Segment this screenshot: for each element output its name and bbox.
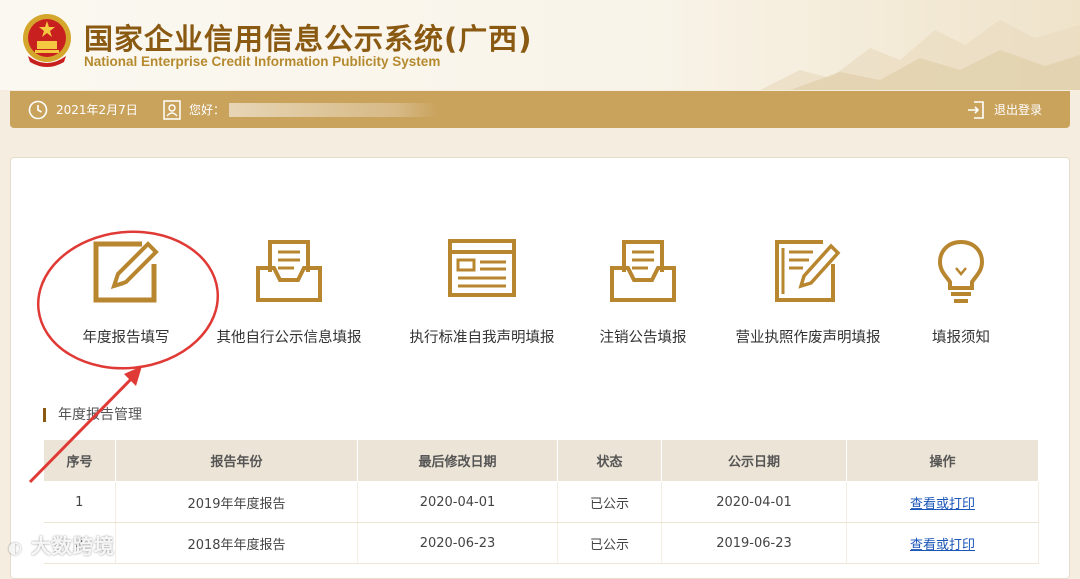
greeting-text: 您好： [189, 103, 226, 117]
lightbulb-icon [937, 239, 985, 303]
col-header-year: 报告年份 [115, 439, 358, 482]
cell-publish-date: 2019-06-23 [661, 522, 847, 564]
cell-publish-date: 2020-04-01 [661, 481, 847, 523]
license-void-label: 营业执照作废声明填报 [735, 330, 881, 346]
national-emblem-icon [23, 14, 71, 67]
cell-year: 2018年年度报告 [115, 522, 358, 564]
site-header: 国家企业信用信息公示系统(广西) National Enterprise Cre… [0, 0, 1080, 90]
cell-modified: 2020-04-01 [357, 481, 558, 523]
cell-index: 1 [43, 481, 116, 523]
view-print-link[interactable]: 查看或打印 [910, 497, 975, 512]
inbox-document-icon [610, 240, 676, 302]
logout-button[interactable]: 退出登录 [966, 91, 1042, 128]
logout-label: 退出登录 [994, 103, 1043, 117]
site-subtitle: National Enterprise Credit Information P… [84, 54, 441, 69]
current-date: 2021年2月7日 [56, 103, 138, 117]
section-title: 年度报告管理 [43, 408, 142, 422]
col-header-modified: 最后修改日期 [357, 439, 558, 482]
col-header-index: 序号 [43, 439, 116, 482]
table-header-row: 序号 报告年份 最后修改日期 状态 公示日期 操作 [43, 439, 1039, 482]
cell-status: 已公示 [557, 481, 662, 523]
standard-declaration-label: 执行标准自我声明填报 [409, 330, 555, 346]
cell-year: 2019年年度报告 [115, 481, 358, 523]
cell-modified: 2020-06-23 [357, 522, 558, 564]
site-title: 国家企业信用信息公示系统(广西) [84, 22, 533, 56]
user-greeting: 您好： [163, 91, 440, 128]
masked-username [229, 102, 440, 117]
cell-action: 查看或打印 [846, 481, 1039, 523]
deregistration-notice-label: 注销公告填报 [599, 330, 687, 346]
col-header-publish-date: 公示日期 [661, 439, 847, 482]
inbox-document-icon [256, 240, 322, 302]
watermark-text: 大数跨境 [30, 534, 115, 558]
cell-status: 已公示 [557, 522, 662, 564]
other-disclosure-label: 其他自行公示信息填报 [216, 330, 362, 346]
watermark: ◐ 大数跨境 [8, 530, 115, 559]
col-header-status: 状态 [557, 439, 662, 482]
col-header-action: 操作 [846, 439, 1039, 482]
edit-document-icon [775, 240, 841, 302]
user-bar: 2021年2月7日 您好： 退出登录 [10, 91, 1070, 128]
cell-action: 查看或打印 [846, 522, 1039, 564]
table-row: 2 2018年年度报告 2020-06-23 已公示 2019-06-23 查看… [43, 522, 1039, 564]
view-print-link[interactable]: 查看或打印 [910, 538, 975, 553]
date-display: 2021年2月7日 [28, 91, 138, 128]
filing-guide-label: 填报须知 [932, 330, 990, 346]
edit-report-icon [93, 241, 159, 303]
watermark-logo-icon: ◐ [8, 538, 23, 557]
clock-icon [28, 100, 48, 119]
logout-icon [968, 100, 984, 119]
annual-report-label: 年度报告填写 [82, 330, 170, 346]
mountain-decoration [760, 20, 1080, 90]
annual-report-table: 序号 报告年份 最后修改日期 状态 公示日期 操作 1 2019年年度报告 20… [43, 439, 1039, 564]
browser-form-icon [448, 239, 516, 297]
user-id-icon [163, 99, 181, 120]
main-panel: 年度报告填写 其他自行公示信息填报 执行标准自我声明填报 注销公告填报 营业执照… [10, 157, 1070, 579]
table-row: 1 2019年年度报告 2020-04-01 已公示 2020-04-01 查看… [43, 481, 1039, 523]
